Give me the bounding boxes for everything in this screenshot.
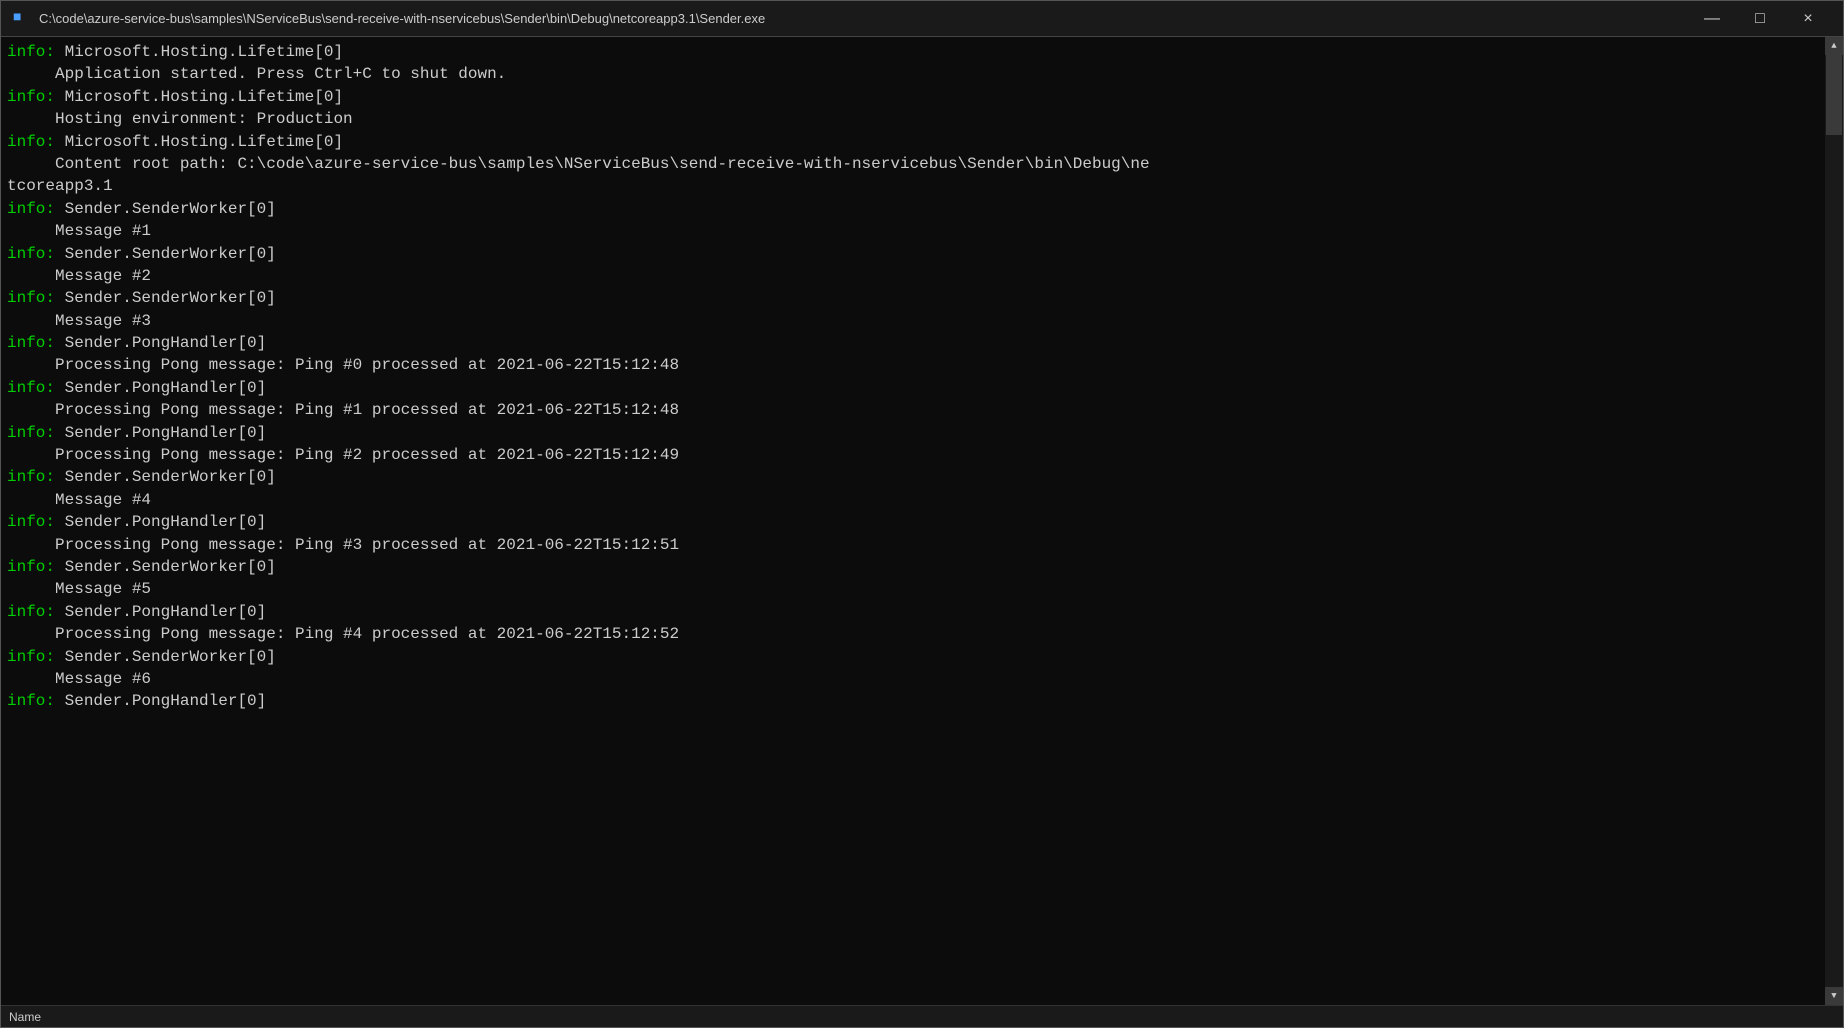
log-indent-text: tcoreapp3.1 [7,177,113,195]
log-indent-text: Content root path: C:\code\azure-service… [7,155,1150,173]
log-line: info: Sender.PongHandler[0] [7,332,1819,354]
log-text: Sender.SenderWorker[0] [55,245,276,263]
log-line: Message #6 [7,668,1819,690]
log-line: info: Sender.SenderWorker[0] [7,646,1819,668]
maximize-button[interactable]: □ [1737,3,1783,35]
log-line: info: Sender.SenderWorker[0] [7,287,1819,309]
log-line: info: Sender.SenderWorker[0] [7,466,1819,488]
scrollbar[interactable]: ▲ ▼ [1825,37,1843,1005]
log-line: info: Microsoft.Hosting.Lifetime[0] [7,86,1819,108]
window-icon: ■ [13,10,31,28]
close-button[interactable]: × [1785,3,1831,35]
log-indent-text: Message #3 [7,312,151,330]
info-label: info: [7,88,55,106]
log-line: Content root path: C:\code\azure-service… [7,153,1819,175]
log-text: Sender.PongHandler[0] [55,379,266,397]
log-line: Message #4 [7,489,1819,511]
info-label: info: [7,558,55,576]
log-line: Message #2 [7,265,1819,287]
log-text: Sender.SenderWorker[0] [55,468,276,486]
log-text: Sender.PongHandler[0] [55,424,266,442]
minimize-button[interactable]: — [1689,3,1735,35]
info-label: info: [7,334,55,352]
log-indent-text: Processing Pong message: Ping #2 process… [7,446,679,464]
bottom-bar-text: Name [9,1010,41,1024]
log-line: Processing Pong message: Ping #0 process… [7,354,1819,376]
log-text: Sender.PongHandler[0] [55,692,266,710]
log-line: info: Microsoft.Hosting.Lifetime[0] [7,41,1819,63]
log-line: info: Sender.PongHandler[0] [7,511,1819,533]
console-area: info: Microsoft.Hosting.Lifetime[0] Appl… [1,37,1843,1005]
log-line: Processing Pong message: Ping #3 process… [7,534,1819,556]
log-indent-text: Application started. Press Ctrl+C to shu… [7,65,506,83]
info-label: info: [7,43,55,61]
info-label: info: [7,245,55,263]
bottom-bar: Name [1,1005,1843,1027]
info-label: info: [7,379,55,397]
console-window: ■ C:\code\azure-service-bus\samples\NSer… [0,0,1844,1028]
log-line: Hosting environment: Production [7,108,1819,130]
window-title: C:\code\azure-service-bus\samples\NServi… [39,11,1689,26]
scroll-up-button[interactable]: ▲ [1825,37,1843,55]
info-label: info: [7,648,55,666]
log-text: Microsoft.Hosting.Lifetime[0] [55,133,343,151]
log-indent-text: Hosting environment: Production [7,110,353,128]
log-line: info: Sender.SenderWorker[0] [7,243,1819,265]
log-text: Sender.PongHandler[0] [55,513,266,531]
log-text: Sender.SenderWorker[0] [55,200,276,218]
log-indent-text: Processing Pong message: Ping #0 process… [7,356,679,374]
log-line: info: Sender.SenderWorker[0] [7,556,1819,578]
log-line: Processing Pong message: Ping #2 process… [7,444,1819,466]
log-line: Processing Pong message: Ping #4 process… [7,623,1819,645]
info-label: info: [7,692,55,710]
log-line: info: Microsoft.Hosting.Lifetime[0] [7,131,1819,153]
log-line: Message #3 [7,310,1819,332]
scroll-thumb[interactable] [1826,55,1842,135]
log-indent-text: Message #4 [7,491,151,509]
log-text: Microsoft.Hosting.Lifetime[0] [55,88,343,106]
log-line: tcoreapp3.1 [7,175,1819,197]
scroll-track[interactable] [1825,55,1843,987]
info-label: info: [7,133,55,151]
info-label: info: [7,513,55,531]
log-line: info: Sender.PongHandler[0] [7,377,1819,399]
info-label: info: [7,603,55,621]
info-label: info: [7,468,55,486]
log-text: Sender.PongHandler[0] [55,334,266,352]
log-line: Application started. Press Ctrl+C to shu… [7,63,1819,85]
log-line: Message #1 [7,220,1819,242]
log-indent-text: Processing Pong message: Ping #1 process… [7,401,679,419]
log-text: Sender.SenderWorker[0] [55,558,276,576]
console-output[interactable]: info: Microsoft.Hosting.Lifetime[0] Appl… [1,37,1825,1005]
window-controls: — □ × [1689,3,1831,35]
log-text: Sender.SenderWorker[0] [55,648,276,666]
log-indent-text: Message #6 [7,670,151,688]
info-label: info: [7,424,55,442]
log-indent-text: Message #1 [7,222,151,240]
info-label: info: [7,289,55,307]
info-label: info: [7,200,55,218]
log-indent-text: Message #5 [7,580,151,598]
log-line: info: Sender.PongHandler[0] [7,601,1819,623]
log-indent-text: Message #2 [7,267,151,285]
title-bar: ■ C:\code\azure-service-bus\samples\NSer… [1,1,1843,37]
log-indent-text: Processing Pong message: Ping #4 process… [7,625,679,643]
log-line: Processing Pong message: Ping #1 process… [7,399,1819,421]
log-text: Microsoft.Hosting.Lifetime[0] [55,43,343,61]
log-line: Message #5 [7,578,1819,600]
log-text: Sender.SenderWorker[0] [55,289,276,307]
log-line: info: Sender.SenderWorker[0] [7,198,1819,220]
log-line: info: Sender.PongHandler[0] [7,690,1819,712]
scroll-down-button[interactable]: ▼ [1825,987,1843,1005]
log-indent-text: Processing Pong message: Ping #3 process… [7,536,679,554]
log-text: Sender.PongHandler[0] [55,603,266,621]
log-line: info: Sender.PongHandler[0] [7,422,1819,444]
